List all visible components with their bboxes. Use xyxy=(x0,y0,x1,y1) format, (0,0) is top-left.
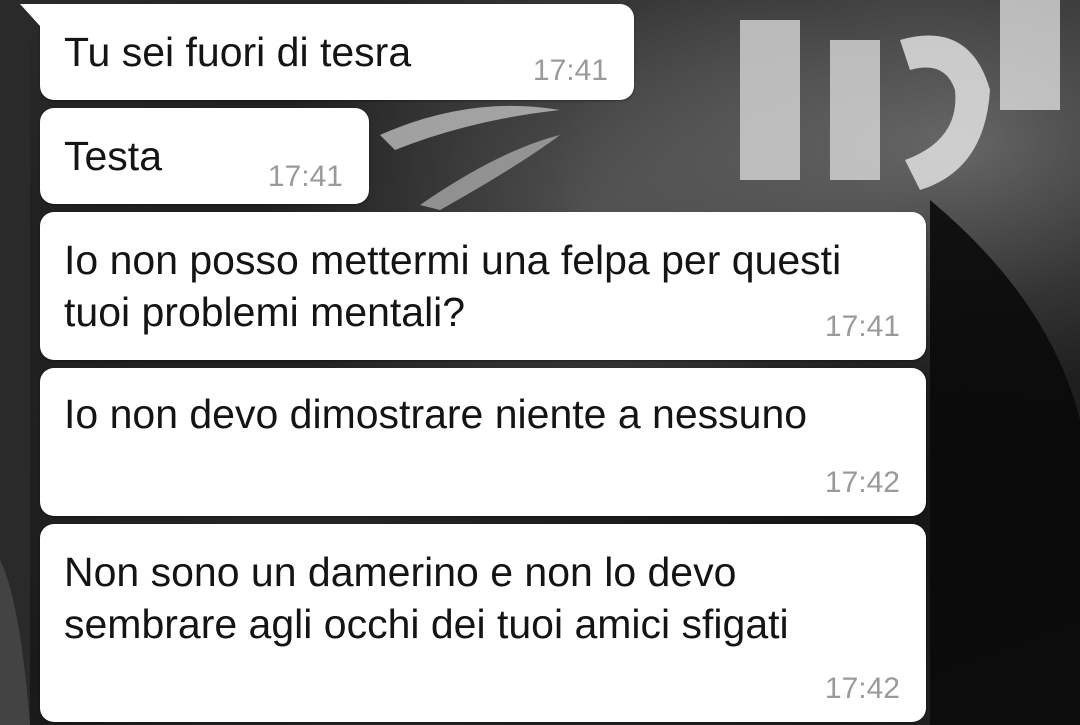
message-bubble[interactable]: Non sono un damerino e non lo devo sembr… xyxy=(40,524,926,722)
message-timestamp: 17:41 xyxy=(532,54,608,87)
message-text: Tu sei fuori di tesra xyxy=(64,29,412,75)
message-bubble[interactable]: Testa 17:41 xyxy=(40,108,369,204)
message-text: Non sono un damerino e non lo devo sembr… xyxy=(64,549,789,647)
message-bubble[interactable]: Io non posso mettermi una felpa per ques… xyxy=(40,212,926,360)
message-timestamp: 17:41 xyxy=(267,160,343,193)
message-timestamp: 17:42 xyxy=(824,672,900,705)
message-text: Io non posso mettermi una felpa per ques… xyxy=(64,237,842,335)
message-bubble[interactable]: Io non devo dimostrare niente a nessuno … xyxy=(40,368,926,516)
message-text: Io non devo dimostrare niente a nessuno xyxy=(64,391,808,437)
message-timestamp: 17:42 xyxy=(824,466,900,499)
bubble-tail xyxy=(20,4,40,26)
message-text: Testa xyxy=(64,133,162,179)
message-timestamp: 17:41 xyxy=(824,310,900,343)
message-bubble[interactable]: Tu sei fuori di tesra 17:41 xyxy=(20,4,634,100)
